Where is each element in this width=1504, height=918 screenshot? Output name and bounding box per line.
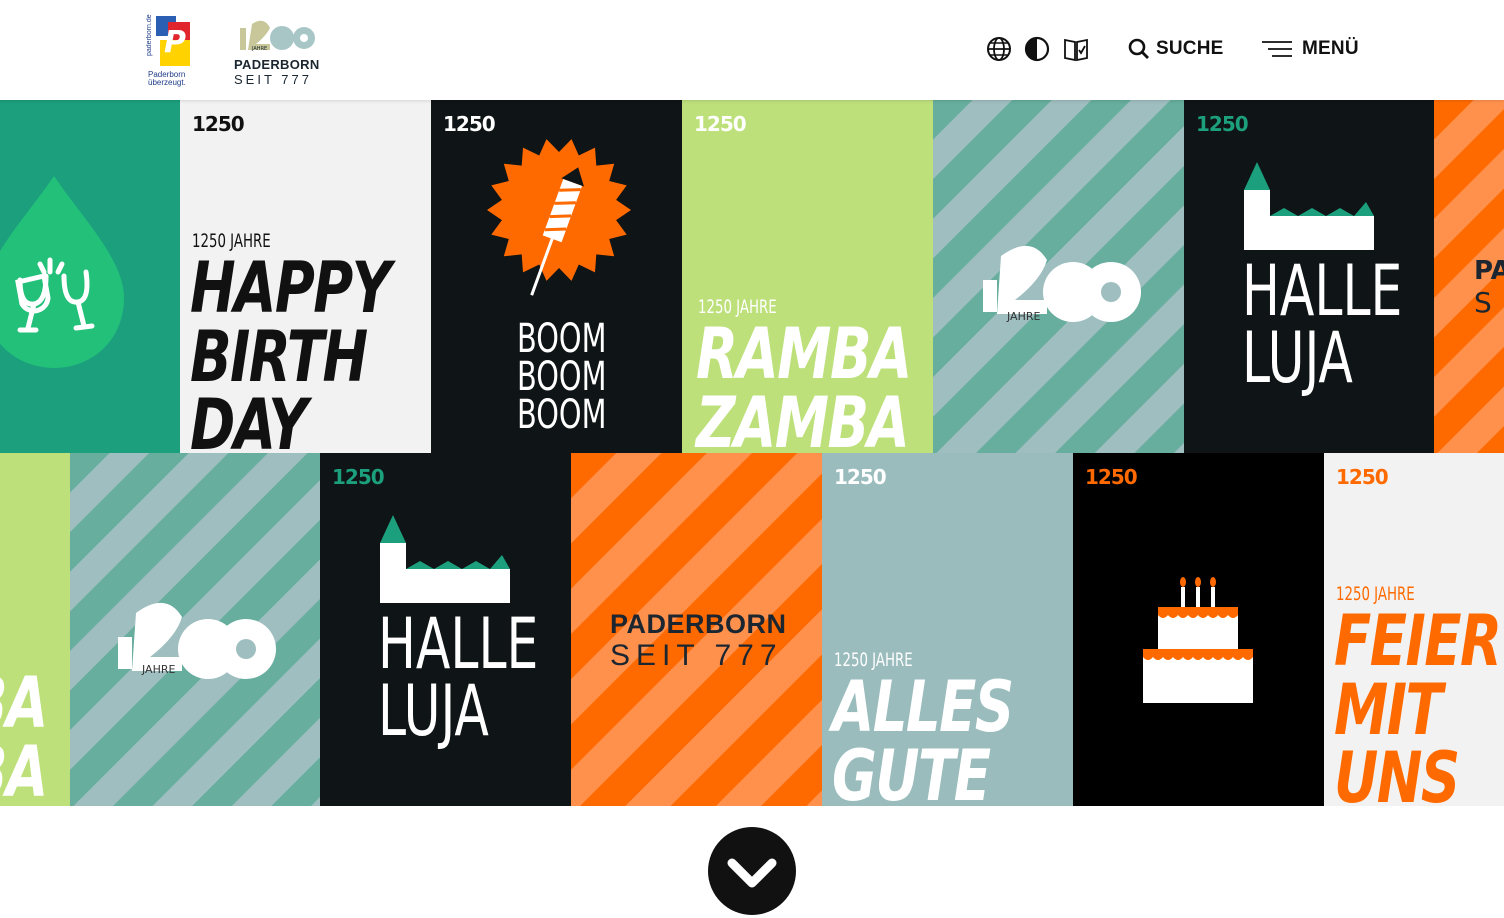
- poster-tile-boom[interactable]: 1250 BOOM BOOM BOOM: [431, 100, 682, 453]
- rocket-burst-icon: [487, 139, 631, 296]
- poster-tile-1250-logo-2[interactable]: JAHRE: [70, 453, 320, 806]
- poster-tile-halleluja-2[interactable]: 1250 HALLE LUJA: [320, 453, 571, 806]
- tile-city-name: PADERBORN: [610, 609, 787, 639]
- edge-headline: BA BA: [0, 662, 48, 806]
- tile-1250-mark: 1250: [1336, 465, 1389, 489]
- tile-headline: RAMBA ZAMBA: [696, 313, 912, 453]
- tile-headline: ALLES GUTE: [832, 666, 1014, 806]
- tile-headline: HALLE LUJA: [1242, 250, 1403, 399]
- tile-headline: BOOM BOOM BOOM: [517, 316, 607, 438]
- city-logo-side-text: paderborn.de: [146, 14, 153, 56]
- chevron-down-icon: [727, 858, 777, 888]
- anniversary-logo-small: JAHRE: [251, 46, 267, 52]
- birthday-cake-icon: [1143, 577, 1253, 703]
- tile-since: SEIT 777: [610, 639, 783, 672]
- cheers-drop-icon: [0, 176, 124, 368]
- logo-small-label: JAHRE: [1006, 310, 1040, 323]
- tile-1250-mark: 1250: [694, 112, 747, 136]
- edge-line2: S: [1474, 286, 1492, 319]
- poster-tile-ramba-zamba[interactable]: 1250 1250 JAHRE RAMBA ZAMBA: [682, 100, 933, 453]
- logo-1250-graphic: JAHRE: [118, 602, 276, 679]
- paderborn-city-logo[interactable]: paderborn.de P Paderborn überzeugt.: [146, 14, 194, 88]
- poster-tile-paderborn[interactable]: PADERBORN SEIT 777: [571, 453, 822, 806]
- cathedral-icon: [380, 515, 510, 603]
- hamburger-icon: [1262, 41, 1292, 57]
- poster-tile-alles-gute[interactable]: 1250 1250 JAHRE ALLES GUTE: [822, 453, 1073, 806]
- contrast-icon[interactable]: [1024, 36, 1050, 62]
- scroll-down-button[interactable]: [708, 827, 796, 915]
- anniversary-logo-graphic: JAHRE: [240, 20, 315, 52]
- menu-button[interactable]: MENÜ: [1262, 36, 1359, 62]
- anniversary-logo[interactable]: JAHRE PADERBORN SEIT 777: [232, 14, 322, 88]
- anniversary-logo-city: PADERBORN: [234, 57, 320, 72]
- city-logo-line2: überzeugt.: [148, 78, 186, 87]
- logo-small-label: JAHRE: [141, 663, 175, 676]
- globe-icon[interactable]: [986, 36, 1012, 62]
- poster-row-2: BA BA JAHRE 1250 HALLE LUJA: [0, 453, 1504, 806]
- easy-reading-icon[interactable]: [1063, 36, 1089, 62]
- tile-headline: HAPPY BIRTH DAY: [190, 247, 391, 453]
- poster-tile-cake[interactable]: 1250: [1073, 453, 1324, 806]
- poster-tile-halleluja[interactable]: 1250 HALLE LUJA: [1184, 100, 1434, 453]
- logo-1250-graphic: JAHRE: [983, 245, 1141, 323]
- poster-tile-cheers[interactable]: [0, 100, 180, 453]
- cathedral-icon: [1244, 162, 1374, 250]
- site-header: paderborn.de P Paderborn überzeugt. JAHR…: [0, 0, 1504, 100]
- poster-tile-feier-mit-uns[interactable]: 1250 1250 JAHRE FEIER MIT UNS: [1324, 453, 1504, 806]
- poster-tile-edge-left[interactable]: BA BA: [0, 453, 70, 806]
- city-logo-letter: P: [164, 25, 186, 60]
- menu-label: MENÜ: [1302, 38, 1359, 59]
- search-icon: [1128, 38, 1149, 59]
- poster-tile-1250-logo[interactable]: JAHRE: [933, 100, 1184, 453]
- edge-line1: PA: [1474, 256, 1504, 286]
- tile-1250-mark: 1250: [834, 465, 887, 489]
- city-logo-mark: P: [156, 16, 190, 66]
- poster-tile-happy-birthday[interactable]: 1250 1250 JAHRE HAPPY BIRTH DAY: [180, 100, 431, 453]
- tile-headline: FEIER MIT UNS: [1334, 600, 1502, 806]
- tile-headline: HALLE LUJA: [378, 603, 539, 752]
- search-label: SUCHE: [1156, 38, 1224, 59]
- poster-tile-edge-right[interactable]: PA S: [1434, 100, 1504, 453]
- poster-row-1: 1250 1250 JAHRE HAPPY BIRTH DAY 1250 BOO…: [0, 100, 1504, 453]
- search-button[interactable]: SUCHE: [1128, 36, 1224, 62]
- tile-1250-mark: 1250: [192, 112, 245, 136]
- anniversary-logo-since: SEIT 777: [234, 72, 312, 87]
